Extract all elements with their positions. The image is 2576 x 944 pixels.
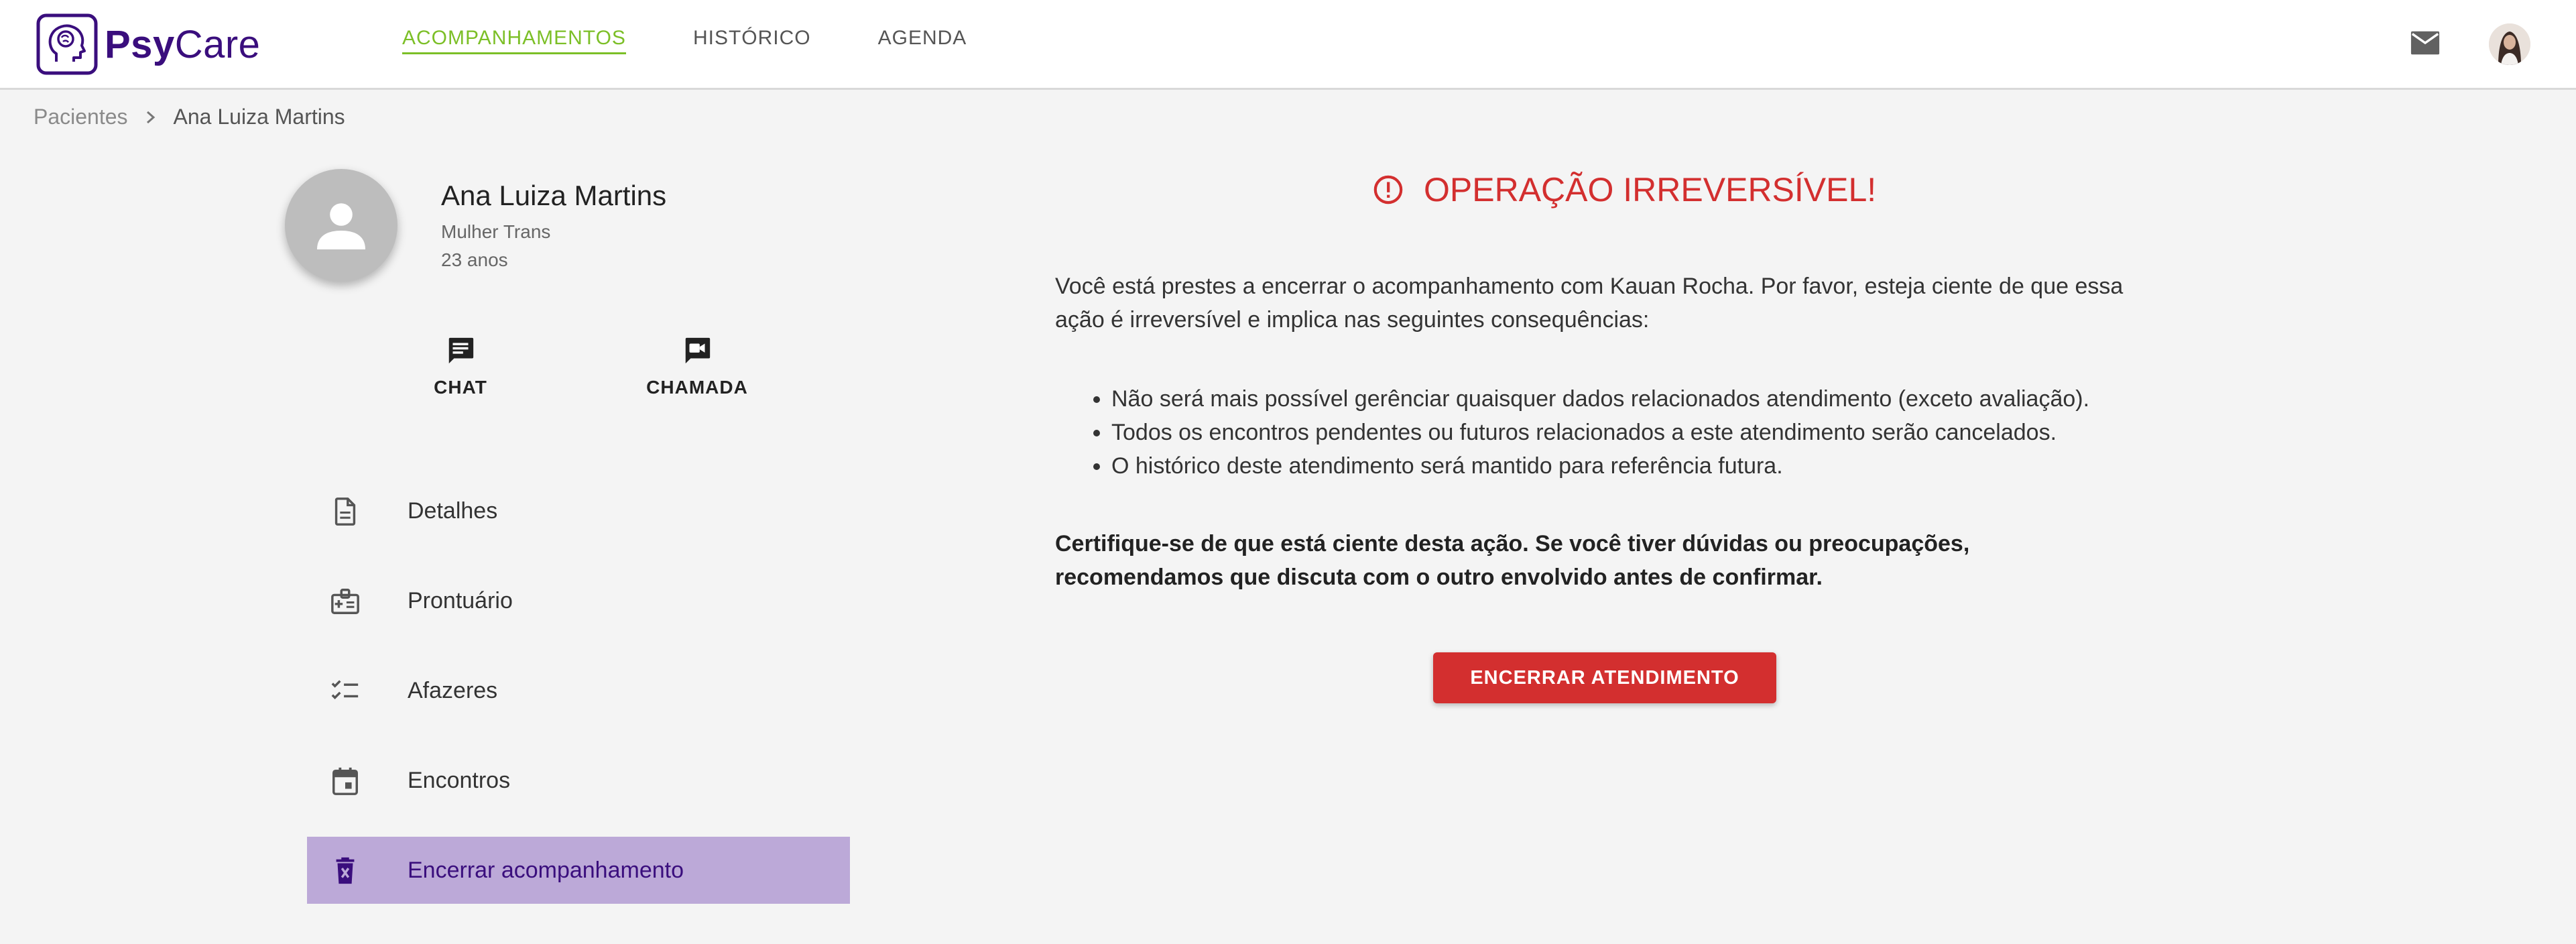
- warning-note: Certifique-se de que está ciente desta a…: [1055, 531, 1970, 590]
- menu-item-encerrar-acompanhamento[interactable]: Encerrar acompanhamento: [307, 837, 850, 904]
- breadcrumb-current: Ana Luiza Martins: [173, 105, 345, 129]
- menu-label-encontros: Encontros: [408, 767, 511, 793]
- patient-gender: Mulher Trans: [441, 221, 551, 242]
- brand-psy: Psy: [105, 22, 175, 66]
- patient-age: 23 anos: [441, 249, 508, 270]
- breadcrumb-pacientes-link[interactable]: Pacientes: [34, 105, 128, 129]
- chat-label: CHAT: [434, 377, 487, 398]
- video-call-button[interactable]: CHAMADA: [643, 335, 751, 398]
- menu-item-detalhes[interactable]: Detalhes: [307, 477, 850, 544]
- chevron-right-icon: [145, 110, 156, 125]
- end-appointment-button[interactable]: ENCERRAR ATENDIMENTO: [1433, 652, 1776, 703]
- person-icon: [317, 203, 365, 249]
- warning-intro: Você está prestes a encerrar o acompanha…: [1055, 274, 2124, 333]
- menu-item-encontros[interactable]: Encontros: [307, 747, 850, 814]
- trash-icon: [336, 857, 355, 884]
- menu-label-detalhes: Detalhes: [408, 497, 498, 524]
- brand-care: Care: [174, 22, 261, 66]
- alert-circle-icon: [1373, 175, 1403, 204]
- top-app-bar: PsyCare ACOMPANHAMENTOS HISTÓRICO AGENDA: [0, 0, 2576, 90]
- user-avatar-icon: [2489, 23, 2530, 65]
- menu-item-afazeres[interactable]: Afazeres: [307, 657, 850, 724]
- patient-avatar: [285, 169, 397, 282]
- chat-button[interactable]: CHAT: [427, 335, 494, 398]
- brain-head-logo-icon: [36, 13, 98, 75]
- checklist-icon: [331, 680, 359, 700]
- list-item: O histórico deste atendimento será manti…: [1111, 449, 2237, 483]
- chat-icon: [448, 337, 474, 364]
- menu-label-prontuario: Prontuário: [408, 587, 513, 613]
- document-icon: [334, 497, 356, 526]
- psycare-logo[interactable]: PsyCare: [36, 13, 260, 75]
- user-avatar[interactable]: [2489, 23, 2530, 65]
- warning-title-text: OPERAÇÃO IRREVERSÍVEL!: [1424, 171, 1877, 209]
- nav-tab-historico[interactable]: HISTÓRICO: [693, 27, 811, 54]
- calendar-icon: [332, 767, 358, 795]
- medical-record-icon: [331, 589, 359, 614]
- menu-item-prontuario[interactable]: Prontuário: [307, 567, 850, 634]
- breadcrumb: Pacientes Ana Luiza Martins: [34, 105, 345, 129]
- menu-label-encerrar-acompanhamento: Encerrar acompanhamento: [408, 857, 684, 883]
- main-nav: ACOMPANHAMENTOS HISTÓRICO AGENDA: [402, 27, 1034, 54]
- consequences-list: Não será mais possível gerênciar quaisqu…: [1055, 382, 2237, 483]
- list-item: Não será mais possível gerênciar quaisqu…: [1111, 382, 2237, 416]
- mail-icon[interactable]: [2410, 30, 2441, 60]
- patient-name: Ana Luiza Martins: [441, 180, 667, 211]
- video-chat-icon: [685, 337, 711, 364]
- menu-label-afazeres: Afazeres: [408, 677, 498, 703]
- list-item: Todos os encontros pendentes ou futuros …: [1111, 416, 2237, 449]
- nav-tab-acompanhamentos[interactable]: ACOMPANHAMENTOS: [402, 27, 626, 54]
- call-label: CHAMADA: [646, 377, 748, 398]
- warning-title: OPERAÇÃO IRREVERSÍVEL!: [1373, 170, 1876, 209]
- patient-menu: Detalhes Prontuário Afazeres Encontros E…: [307, 477, 850, 927]
- nav-tab-agenda[interactable]: AGENDA: [878, 27, 967, 54]
- brand-name: PsyCare: [105, 22, 260, 67]
